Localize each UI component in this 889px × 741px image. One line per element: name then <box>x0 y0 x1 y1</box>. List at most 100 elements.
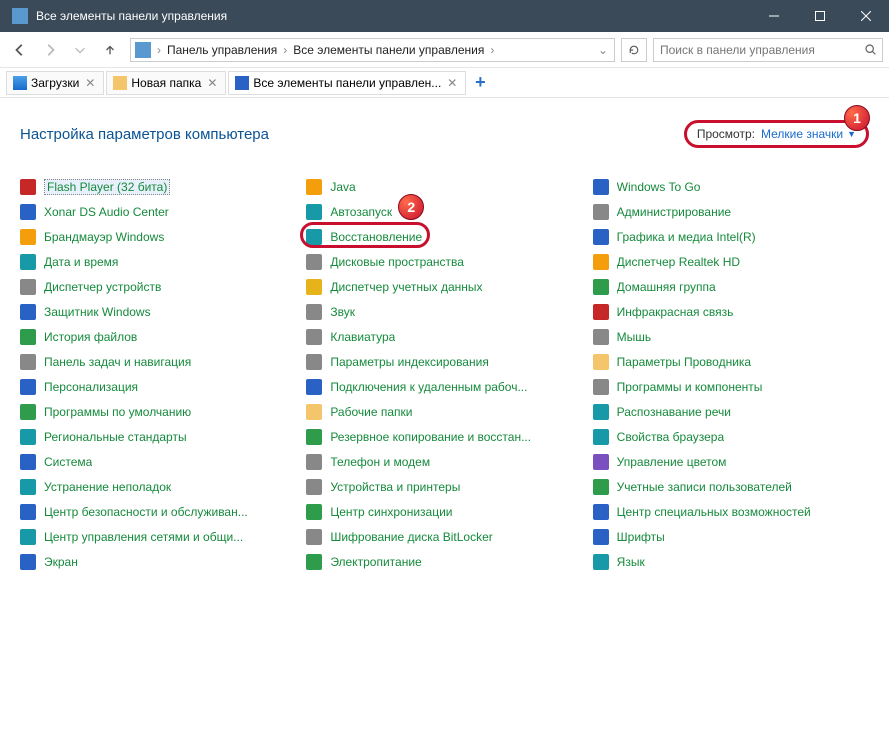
control-panel-item[interactable]: Мышь <box>593 324 869 349</box>
item-link[interactable]: Резервное копирование и восстан... <box>330 430 531 444</box>
maximize-button[interactable] <box>797 0 843 32</box>
breadcrumb-current[interactable]: Все элементы панели управления <box>289 43 488 57</box>
tab-close-icon[interactable]: ✕ <box>205 76 219 90</box>
control-panel-item[interactable]: Телефон и модем <box>306 449 582 474</box>
search-icon[interactable] <box>858 43 882 56</box>
control-panel-item[interactable]: Устранение неполадок <box>20 474 296 499</box>
item-link[interactable]: Региональные стандарты <box>44 430 187 444</box>
control-panel-item[interactable]: Брандмауэр Windows <box>20 224 296 249</box>
item-link[interactable]: Windows To Go <box>617 180 701 194</box>
refresh-button[interactable] <box>621 38 647 62</box>
item-link[interactable]: Xonar DS Audio Center <box>44 205 169 219</box>
tab[interactable]: Загрузки✕ <box>6 71 104 95</box>
item-link[interactable]: Подключения к удаленным рабоч... <box>330 380 527 394</box>
control-panel-item[interactable]: Параметры индексирования <box>306 349 582 374</box>
control-panel-item[interactable]: Рабочие папки <box>306 399 582 424</box>
add-tab-button[interactable]: + <box>468 71 492 95</box>
item-link[interactable]: Клавиатура <box>330 330 395 344</box>
control-panel-item[interactable]: Управление цветом <box>593 449 869 474</box>
item-link[interactable]: Брандмауэр Windows <box>44 230 164 244</box>
control-panel-item[interactable]: Учетные записи пользователей <box>593 474 869 499</box>
control-panel-item[interactable]: Центр безопасности и обслуживан... <box>20 499 296 524</box>
control-panel-item[interactable]: Подключения к удаленным рабоч... <box>306 374 582 399</box>
close-button[interactable] <box>843 0 889 32</box>
control-panel-item[interactable]: Региональные стандарты <box>20 424 296 449</box>
item-link[interactable]: Автозапуск <box>330 205 392 219</box>
control-panel-item[interactable]: Параметры Проводника <box>593 349 869 374</box>
control-panel-item[interactable]: История файлов <box>20 324 296 349</box>
control-panel-item[interactable]: Диспетчер устройств <box>20 274 296 299</box>
item-link[interactable]: Устранение неполадок <box>44 480 171 494</box>
item-link[interactable]: Система <box>44 455 92 469</box>
item-link[interactable]: Центр специальных возможностей <box>617 505 811 519</box>
item-link[interactable]: Электропитание <box>330 555 421 569</box>
control-panel-item[interactable]: Экран <box>20 549 296 574</box>
item-link[interactable]: Защитник Windows <box>44 305 151 319</box>
control-panel-item[interactable]: Windows To Go <box>593 174 869 199</box>
control-panel-item[interactable]: Свойства браузера <box>593 424 869 449</box>
item-link[interactable]: Рабочие папки <box>330 405 412 419</box>
search-box[interactable] <box>653 38 883 62</box>
item-link[interactable]: Телефон и модем <box>330 455 430 469</box>
item-link[interactable]: Дисковые пространства <box>330 255 464 269</box>
item-link[interactable]: Управление цветом <box>617 455 727 469</box>
control-panel-item[interactable]: Центр синхронизации <box>306 499 582 524</box>
item-link[interactable]: Диспетчер Realtek HD <box>617 255 740 269</box>
item-link[interactable]: История файлов <box>44 330 137 344</box>
minimize-button[interactable] <box>751 0 797 32</box>
control-panel-item[interactable]: Система <box>20 449 296 474</box>
tab[interactable]: Все элементы панели управлен...✕ <box>228 71 466 95</box>
control-panel-item[interactable]: Язык <box>593 549 869 574</box>
item-link[interactable]: Программы по умолчанию <box>44 405 191 419</box>
control-panel-item[interactable]: Домашняя группа <box>593 274 869 299</box>
control-panel-item[interactable]: Центр специальных возможностей <box>593 499 869 524</box>
control-panel-item[interactable]: Дисковые пространства <box>306 249 582 274</box>
item-link[interactable]: Восстановление <box>330 230 422 244</box>
control-panel-item[interactable]: Дата и время <box>20 249 296 274</box>
item-link[interactable]: Звук <box>330 305 355 319</box>
breadcrumb-root[interactable]: Панель управления <box>163 43 281 57</box>
control-panel-item[interactable]: Персонализация <box>20 374 296 399</box>
control-panel-item[interactable]: Диспетчер учетных данных <box>306 274 582 299</box>
item-link[interactable]: Flash Player (32 бита) <box>44 179 170 195</box>
control-panel-item[interactable]: Клавиатура <box>306 324 582 349</box>
item-link[interactable]: Персонализация <box>44 380 138 394</box>
control-panel-item[interactable]: Электропитание <box>306 549 582 574</box>
item-link[interactable]: Свойства браузера <box>617 430 725 444</box>
item-link[interactable]: Распознавание речи <box>617 405 731 419</box>
control-panel-item[interactable]: Графика и медиа Intel(R) <box>593 224 869 249</box>
chevron-down-icon[interactable]: ⌄ <box>592 43 614 57</box>
control-panel-item[interactable]: Устройства и принтеры <box>306 474 582 499</box>
item-link[interactable]: Панель задач и навигация <box>44 355 191 369</box>
control-panel-item[interactable]: Панель задач и навигация <box>20 349 296 374</box>
item-link[interactable]: Центр управления сетями и общи... <box>44 530 243 544</box>
item-link[interactable]: Учетные записи пользователей <box>617 480 792 494</box>
view-by-selector[interactable]: Просмотр: Мелкие значки ▼ 1 <box>684 120 869 148</box>
item-link[interactable]: Шифрование диска BitLocker <box>330 530 492 544</box>
control-panel-item[interactable]: Java <box>306 174 582 199</box>
control-panel-item[interactable]: Резервное копирование и восстан... <box>306 424 582 449</box>
control-panel-item[interactable]: Звук <box>306 299 582 324</box>
item-link[interactable]: Java <box>330 180 355 194</box>
item-link[interactable]: Администрирование <box>617 205 731 219</box>
control-panel-item[interactable]: Шрифты <box>593 524 869 549</box>
forward-button[interactable] <box>36 36 64 64</box>
item-link[interactable]: Шрифты <box>617 530 665 544</box>
item-link[interactable]: Программы и компоненты <box>617 380 763 394</box>
tab-close-icon[interactable]: ✕ <box>445 76 459 90</box>
control-panel-item[interactable]: Центр управления сетями и общи... <box>20 524 296 549</box>
up-button[interactable] <box>96 36 124 64</box>
address-bar[interactable]: › Панель управления › Все элементы панел… <box>130 38 615 62</box>
item-link[interactable]: Параметры индексирования <box>330 355 488 369</box>
control-panel-item[interactable]: Flash Player (32 бита) <box>20 174 296 199</box>
item-link[interactable]: Мышь <box>617 330 652 344</box>
item-link[interactable]: Диспетчер учетных данных <box>330 280 482 294</box>
item-link[interactable]: Язык <box>617 555 645 569</box>
item-link[interactable]: Экран <box>44 555 78 569</box>
item-link[interactable]: Диспетчер устройств <box>44 280 161 294</box>
control-panel-item[interactable]: Администрирование <box>593 199 869 224</box>
control-panel-item[interactable]: Программы по умолчанию <box>20 399 296 424</box>
item-link[interactable]: Графика и медиа Intel(R) <box>617 230 756 244</box>
control-panel-item[interactable]: Автозапуск <box>306 199 582 224</box>
item-link[interactable]: Дата и время <box>44 255 118 269</box>
